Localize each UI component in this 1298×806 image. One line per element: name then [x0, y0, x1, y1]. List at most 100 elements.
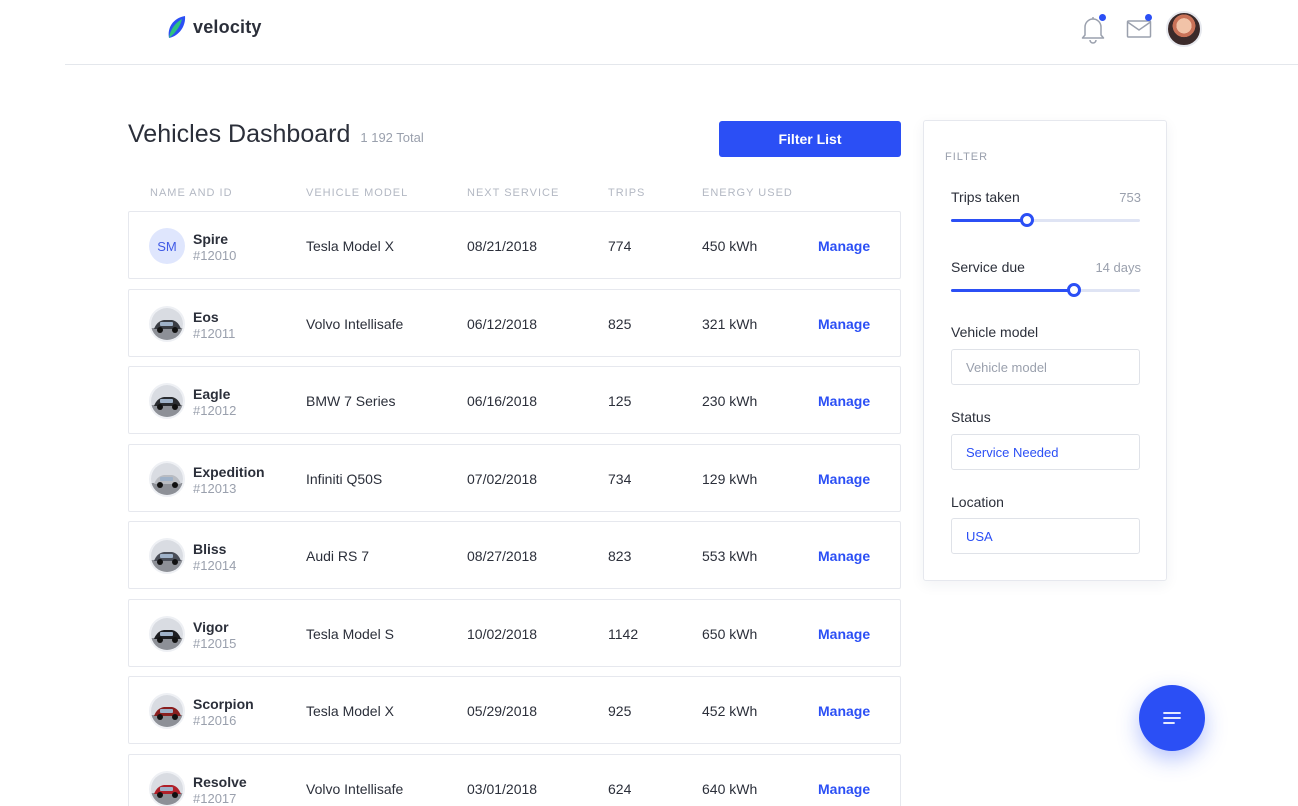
energy-used: 321 kWh	[702, 315, 758, 332]
vehicle-model: BMW 7 Series	[306, 393, 396, 409]
filter-list-button[interactable]: Filter List	[719, 121, 901, 157]
vehicle-avatar	[149, 770, 185, 806]
table-row: Eos #12011 Volvo Intellisafe 06/12/2018 825 3…	[128, 288, 901, 357]
car-photo-icon	[151, 772, 183, 805]
trips-count: 925	[608, 703, 632, 719]
user-avatar[interactable]	[1166, 11, 1202, 47]
table-row: Resolve #12017 Volvo Intellisafe 03/01/2018…	[128, 753, 901, 806]
next-service-date: 06/16/2018	[467, 393, 538, 409]
vehicle-name: Scorpion	[193, 696, 254, 712]
next-service-date: 08/27/2018	[467, 548, 538, 564]
vehicle-avatar	[149, 383, 185, 419]
trips-value: 753	[1119, 190, 1141, 205]
status-label: Status	[951, 409, 991, 425]
manage-link[interactable]: Manage	[818, 316, 870, 332]
service-slider-fill	[951, 289, 1074, 292]
trips-count: 823	[608, 548, 632, 564]
manage-link[interactable]: Manage	[818, 238, 870, 254]
trips-label: Trips taken	[951, 189, 1020, 205]
leaf-logo-icon	[168, 16, 186, 38]
filter-heading: FILTER	[945, 151, 989, 163]
vehicle-model: Tesla Model X	[306, 703, 394, 719]
vehicle-model: Audi RS 7	[306, 548, 370, 564]
manage-link[interactable]: Manage	[818, 626, 870, 642]
vehicle-name: Eos	[193, 308, 219, 325]
service-value: 14 days	[1095, 260, 1141, 275]
top-header: velocity	[0, 0, 1298, 65]
col-trips: TRIPS	[608, 187, 646, 199]
service-slider-thumb[interactable]	[1066, 283, 1081, 297]
vehicle-id: #12016	[193, 713, 237, 728]
manage-link[interactable]: Manage	[818, 471, 870, 487]
vehicle-avatar: SM	[149, 228, 185, 264]
location-input[interactable]	[951, 518, 1140, 554]
menu-fab-button[interactable]	[1139, 685, 1205, 751]
trips-slider-thumb[interactable]	[1019, 213, 1034, 227]
trips-slider-fill	[951, 219, 1027, 222]
table-row: Expedition #12013 Infiniti Q50S 07/02/2018 7…	[128, 443, 901, 512]
next-service-date: 03/01/2018	[467, 780, 538, 797]
vehicle-name: Eagle	[193, 386, 231, 402]
notification-dot	[1099, 14, 1106, 21]
table-row: SM Spire #12010 Tesla Model X 08/21/2018 774 4…	[128, 211, 901, 279]
vehicle-id: #12013	[193, 480, 237, 496]
menu-lines-icon	[1163, 712, 1181, 724]
messages-button[interactable]	[1116, 10, 1162, 48]
vehicle-avatar	[149, 305, 185, 342]
energy-used: 450 kWh	[702, 238, 758, 254]
col-next-service: NEXT SERVICE	[467, 187, 560, 199]
vehicle-name: Spire	[193, 231, 229, 247]
energy-used: 640 kWh	[702, 780, 758, 797]
vehicle-model-input[interactable]	[951, 349, 1140, 385]
next-service-date: 08/21/2018	[467, 238, 538, 254]
status-input[interactable]	[951, 434, 1140, 470]
table-row: Eagle #12012 BMW 7 Series 06/16/2018 125 230 …	[128, 366, 901, 434]
vehicle-model: Tesla Model X	[306, 238, 394, 254]
vehicle-id: #12010	[193, 248, 237, 263]
vehicle-model: Volvo Intellisafe	[306, 780, 404, 797]
table-row: Vigor #12015 Tesla Model S 10/02/2018 1142 65…	[128, 598, 901, 667]
vehicle-id: #12015	[193, 635, 237, 651]
vehicle-name: Resolve	[193, 773, 247, 790]
car-photo-icon	[151, 307, 183, 340]
next-service-date: 07/02/2018	[467, 470, 538, 487]
header-actions	[1070, 10, 1202, 48]
col-vehicle-model: VEHICLE MODEL	[306, 187, 409, 199]
energy-used: 129 kWh	[702, 470, 758, 487]
service-slider[interactable]	[951, 283, 1140, 297]
car-photo-icon	[151, 385, 183, 417]
page-title: Vehicles Dashboard	[128, 120, 351, 148]
manage-link[interactable]: Manage	[818, 393, 870, 409]
brand-name: velocity	[193, 16, 262, 37]
brand[interactable]: velocity	[165, 14, 262, 40]
trips-count: 734	[608, 470, 632, 487]
header-divider	[65, 64, 1298, 65]
vehicle-id: #12012	[193, 403, 237, 418]
vehicle-list: SM Spire #12010 Tesla Model X 08/21/2018 774 4…	[128, 211, 901, 806]
energy-used: 230 kWh	[702, 393, 758, 409]
car-photo-icon	[151, 617, 183, 650]
car-photo-icon	[151, 695, 183, 727]
trips-count: 624	[608, 780, 632, 797]
manage-link[interactable]: Manage	[818, 703, 870, 719]
manage-link[interactable]: Manage	[818, 548, 870, 564]
vehicle-model: Infiniti Q50S	[306, 470, 383, 487]
manage-link[interactable]: Manage	[818, 781, 870, 797]
trips-count: 825	[608, 315, 632, 332]
service-label: Service due	[951, 259, 1025, 275]
vehicle-id: #12011	[193, 325, 236, 341]
location-label: Location	[951, 494, 1004, 510]
car-photo-icon	[151, 540, 183, 572]
next-service-date: 10/02/2018	[467, 625, 538, 642]
vehicle-id: #12017	[193, 790, 237, 806]
car-photo-icon	[151, 462, 183, 495]
page-heading: Vehicles Dashboard 1 192 Total	[128, 120, 424, 149]
notifications-button[interactable]	[1070, 10, 1116, 48]
trips-slider[interactable]	[951, 213, 1140, 227]
next-service-date: 05/29/2018	[467, 703, 538, 719]
total-count: 1 192 Total	[360, 130, 424, 145]
vehicle-id: #12014	[193, 558, 237, 573]
next-service-date: 06/12/2018	[467, 315, 538, 332]
col-energy-used: ENERGY USED	[702, 187, 793, 199]
mail-icon	[1126, 20, 1152, 38]
